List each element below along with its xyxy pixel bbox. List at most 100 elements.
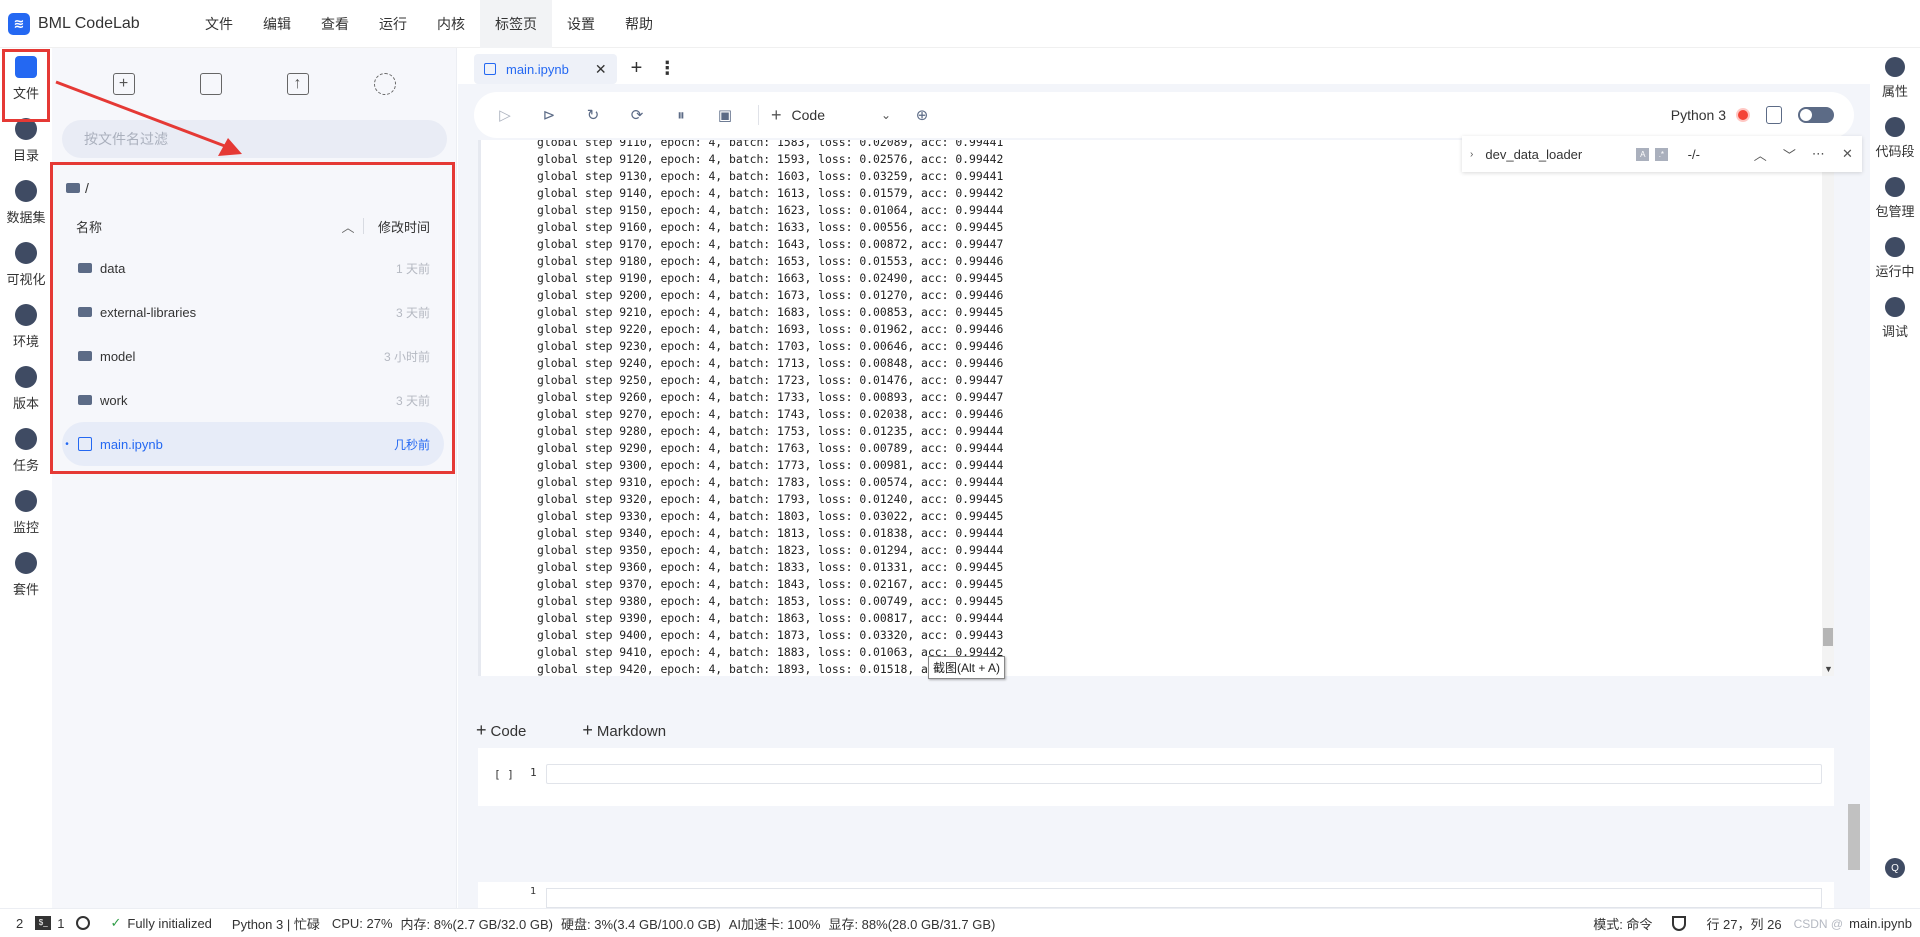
status-num-2[interactable]: 1	[57, 916, 64, 931]
upload-icon[interactable]: ↑	[286, 73, 309, 95]
output-line: global step 9200, epoch: 4, batch: 1673,…	[537, 288, 1004, 302]
close-icon[interactable]: ✕	[595, 61, 607, 78]
output-line: global step 9350, epoch: 4, batch: 1823,…	[537, 543, 1004, 557]
output-line: global step 9290, epoch: 4, batch: 1763,…	[537, 441, 1004, 455]
more-horizontal-icon[interactable]: ⋯	[1804, 146, 1833, 162]
rail-item-suite[interactable]: 套件	[0, 544, 52, 606]
cell-editor[interactable]	[546, 888, 1822, 908]
scrollbar-thumb[interactable]	[1823, 628, 1833, 646]
scrollbar-thumb[interactable]	[1848, 804, 1860, 870]
notebook-scrollbar[interactable]	[1848, 140, 1860, 900]
output-line: global step 9260, epoch: 4, batch: 1733,…	[537, 390, 1004, 404]
tab-main-ipynb[interactable]: main.ipynb ✕	[474, 54, 617, 84]
status-bar: 2 $_ 1 ✓ Fully initialized Python 3 | 忙碌…	[0, 908, 1920, 937]
right-rail-item-package[interactable]: 包管理	[1870, 168, 1920, 228]
restart-run-icon[interactable]: ↻	[582, 104, 604, 126]
find-input[interactable]: dev_data_loader	[1481, 147, 1636, 162]
gear-icon[interactable]	[76, 916, 91, 930]
cell-type-select[interactable]: + Code ⌄	[771, 105, 891, 126]
search-icon[interactable]: Q	[1885, 858, 1905, 878]
menu-item[interactable]: 标签页	[480, 0, 552, 48]
right-rail-label: 调试	[1881, 323, 1908, 339]
app-logo[interactable]: ≋ BML CodeLab	[0, 12, 190, 35]
code-cell[interactable]: [ ] 1	[478, 748, 1834, 806]
right-rail-label: 包管理	[1875, 203, 1915, 219]
top-menu-bar: ≋ BML CodeLab 文件 编辑 查看 运行 内核 标签页 设置 帮助	[0, 0, 1920, 48]
toggle-replace-icon[interactable]: ›	[1462, 149, 1481, 160]
output-line: global step 9360, epoch: 4, batch: 1833,…	[537, 560, 1004, 574]
crosshair-icon[interactable]: ⊕	[911, 104, 933, 126]
lock-icon[interactable]	[1766, 106, 1782, 124]
current-file: main.ipynb	[1849, 916, 1912, 931]
annotation-highlight-file-list	[50, 162, 455, 474]
rail-label: 任务	[12, 458, 39, 473]
rail-item-environment[interactable]: 环境	[0, 296, 52, 358]
output-line: global step 9310, epoch: 4, batch: 1783,…	[537, 475, 1004, 489]
regex-icon[interactable]: .*	[1655, 147, 1668, 161]
disk-usage: 硬盘: 3%(3.4 GB/100.0 GB)	[561, 916, 721, 932]
output-line: global step 9230, epoch: 4, batch: 1703,…	[537, 339, 1004, 353]
output-line: global step 9240, epoch: 4, batch: 1713,…	[537, 356, 1004, 370]
menu-item[interactable]: 编辑	[248, 0, 306, 48]
output-scrollbar[interactable]: ▼	[1822, 140, 1834, 676]
init-status: Fully initialized	[127, 915, 212, 931]
shield-icon[interactable]	[1672, 916, 1687, 931]
rail-item-dataset[interactable]: 数据集	[0, 172, 52, 234]
scroll-down-icon[interactable]: ▼	[1824, 664, 1833, 674]
output-line: global step 9390, epoch: 4, batch: 1863,…	[537, 611, 1004, 625]
menu-item[interactable]: 运行	[364, 0, 422, 48]
status-num-1[interactable]: 2	[16, 916, 23, 931]
watermark: CSDN @	[1793, 916, 1844, 931]
run-cell-icon[interactable]: ▷	[494, 104, 516, 126]
output-line: global step 9160, epoch: 4, batch: 1633,…	[537, 220, 1004, 234]
output-line: global step 9370, epoch: 4, batch: 1843,…	[537, 577, 1004, 591]
vram-usage: 显存: 88%(28.0 GB/31.7 GB)	[828, 916, 996, 932]
previous-match-icon[interactable]: ︿	[1746, 145, 1775, 164]
refresh-icon[interactable]	[373, 73, 396, 95]
cell-editor[interactable]	[546, 764, 1822, 784]
code-cell[interactable]: 1	[478, 882, 1834, 908]
right-rail-label: 代码段	[1875, 143, 1915, 159]
next-match-icon[interactable]: ﹀	[1775, 145, 1804, 164]
environment-icon	[15, 304, 37, 326]
right-rail-item-snippet[interactable]: 代码段	[1870, 108, 1920, 168]
menu-item[interactable]: 设置	[552, 0, 610, 48]
accelerator-usage: AI加速卡: 100%	[728, 916, 821, 932]
add-markdown-cell-button[interactable]: + Markdown	[582, 720, 694, 741]
rail-item-chart[interactable]: 可视化	[0, 234, 52, 296]
toggle-switch[interactable]	[1798, 107, 1834, 123]
cell-prompt: [ ]	[494, 768, 514, 781]
right-rail-item-running[interactable]: 运行中	[1870, 228, 1920, 288]
rail-item-monitor[interactable]: 监控	[0, 482, 52, 544]
output-line: global step 9210, epoch: 4, batch: 1683,…	[537, 305, 1004, 319]
right-rail-item-debug[interactable]: 调试	[1870, 288, 1920, 348]
menu-item[interactable]: 查看	[306, 0, 364, 48]
plus-icon: +	[771, 104, 782, 125]
restart-kernel-icon[interactable]: ⟳	[626, 104, 648, 126]
add-code-cell-button[interactable]: + Code	[476, 720, 554, 741]
task-icon	[15, 428, 37, 450]
menu-item[interactable]: 文件	[190, 0, 248, 48]
run-all-icon[interactable]: ⊳	[538, 104, 560, 126]
tab-label: main.ipynb	[506, 61, 569, 77]
app-title: BML CodeLab	[38, 14, 140, 32]
right-rail-item-properties[interactable]: 属性	[1870, 48, 1920, 108]
kernel-status[interactable]: Python 3 | 忙碌	[232, 914, 320, 933]
menu-item[interactable]: 帮助	[610, 0, 668, 48]
add-tab-icon[interactable]: +	[631, 57, 643, 80]
terminal-icon[interactable]: $_	[35, 916, 52, 930]
interrupt-icon[interactable]: ⏸	[670, 104, 692, 126]
save-icon[interactable]: ▣	[714, 104, 736, 126]
cpu-usage: CPU: 27%	[331, 915, 393, 931]
match-case-icon[interactable]: A	[1636, 147, 1650, 161]
menu-item[interactable]: 内核	[422, 0, 480, 48]
bml-logo-icon: ≋	[8, 12, 30, 35]
output-line: global step 9280, epoch: 4, batch: 1753,…	[537, 424, 1004, 438]
output-line: global step 9150, epoch: 4, batch: 1623,…	[537, 203, 1004, 217]
rail-item-task[interactable]: 任务	[0, 420, 52, 482]
rail-item-version[interactable]: 版本	[0, 358, 52, 420]
output-line: global step 9220, epoch: 4, batch: 1693,…	[537, 322, 1004, 336]
more-vertical-icon[interactable]: ⋮	[658, 58, 676, 79]
debug-icon	[1885, 296, 1905, 317]
kernel-indicator[interactable]: Python 3	[1671, 92, 1750, 138]
